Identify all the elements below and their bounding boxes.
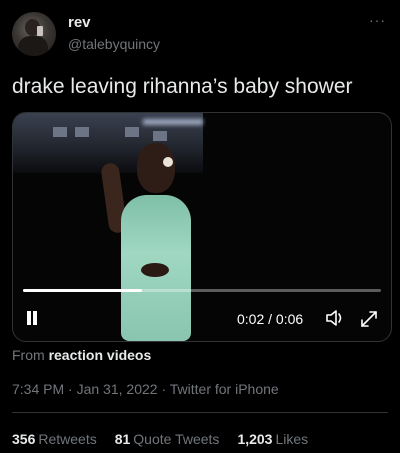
pause-icon[interactable] — [25, 310, 39, 326]
retweets-stat[interactable]: 356 Retweets — [12, 431, 97, 447]
more-options-icon[interactable]: ··· — [369, 12, 386, 28]
video-player[interactable]: 0:02 / 0:06 — [12, 112, 392, 342]
divider — [12, 412, 388, 413]
retweets-label: Retweets — [38, 431, 97, 447]
source-attribution: From reaction videos — [12, 347, 151, 363]
meta-separator: · — [157, 381, 170, 397]
video-progress-bar[interactable] — [23, 289, 381, 292]
tweet-text: drake leaving rihanna’s baby shower — [12, 75, 353, 98]
tweet-time[interactable]: 7:34 PM — [12, 381, 64, 397]
author-handle[interactable]: @talebyquincy — [68, 36, 160, 52]
retweets-count: 356 — [12, 431, 36, 447]
expand-icon[interactable] — [359, 309, 379, 329]
video-frame — [13, 113, 391, 341]
likes-stat[interactable]: 1,203 Likes — [237, 431, 308, 447]
tweet-meta: 7:34 PM · Jan 31, 2022 · Twitter for iPh… — [12, 381, 279, 397]
quote-tweets-stat[interactable]: 81 Quote Tweets — [115, 431, 220, 447]
likes-label: Likes — [275, 431, 309, 447]
video-progress-fill — [23, 289, 143, 292]
tweet-client[interactable]: Twitter for iPhone — [170, 381, 279, 397]
avatar[interactable] — [12, 12, 56, 56]
likes-count: 1,203 — [237, 431, 273, 447]
tweet-stats: 356 Retweets 81 Quote Tweets 1,203 Likes — [12, 431, 308, 447]
quote-tweets-count: 81 — [114, 431, 131, 447]
source-name-link[interactable]: reaction videos — [49, 347, 152, 363]
volume-icon[interactable] — [325, 309, 347, 327]
quote-tweets-label: Quote Tweets — [133, 431, 220, 447]
video-time: 0:02 / 0:06 — [237, 311, 304, 327]
tweet-date[interactable]: Jan 31, 2022 — [77, 381, 158, 397]
source-prefix: From — [12, 347, 45, 363]
meta-separator: · — [64, 381, 77, 397]
author-name[interactable]: rev — [68, 14, 91, 31]
